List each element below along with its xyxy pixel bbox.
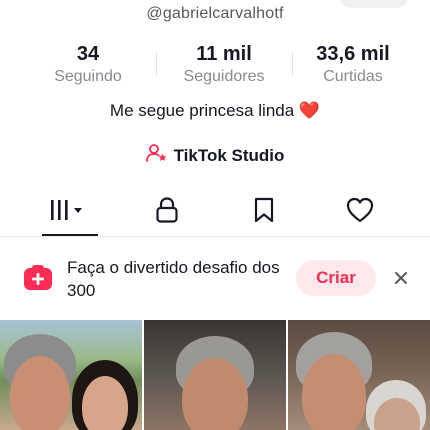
video-grid (0, 320, 430, 430)
stat-likes[interactable]: 33,6 mil Curtidas (298, 42, 408, 88)
stat-following[interactable]: 34 Seguindo (38, 42, 138, 88)
tiktok-studio-link[interactable]: TikTok Studio (0, 143, 430, 168)
profile-stats: 34 Seguindo 11 mil Seguidores 33,6 mil C… (0, 42, 430, 90)
video-thumbnail[interactable] (288, 320, 430, 430)
thumbnail-figure (182, 358, 248, 430)
stat-followers[interactable]: 11 mil Seguidores (168, 42, 280, 88)
thumbnail-figure (302, 354, 366, 430)
tab-private[interactable] (135, 190, 199, 234)
stat-followers-label: Seguidores (183, 68, 265, 85)
stats-divider (292, 52, 293, 76)
profile-bio: Me segue princesa linda ❤️ (0, 101, 430, 121)
tab-videos[interactable] (36, 190, 100, 234)
heart-outline-icon (345, 196, 375, 229)
tab-liked[interactable] (328, 190, 392, 234)
bookmark-icon (252, 196, 276, 229)
bio-text: Me segue princesa linda (109, 101, 295, 120)
challenge-banner: Faça o divertido desafio dos 300 Criar (0, 250, 430, 310)
tiktok-studio-label: TikTok Studio (173, 145, 285, 165)
stat-likes-value: 33,6 mil (316, 43, 390, 65)
thumbnail-figure (10, 356, 70, 430)
stat-likes-label: Curtidas (323, 68, 383, 85)
create-button[interactable]: Criar (296, 260, 376, 296)
video-thumbnail[interactable] (144, 320, 286, 430)
challenge-text: Faça o divertido desafio dos 300 (67, 258, 280, 300)
lock-icon (154, 196, 180, 229)
profile-tabs (0, 190, 430, 237)
stat-followers-value: 11 mil (196, 43, 252, 65)
videos-grid-icon (48, 198, 88, 227)
tab-saved[interactable] (232, 190, 296, 234)
challenge-plus-icon (22, 264, 54, 292)
stat-following-value: 34 (76, 43, 100, 65)
stat-following-label: Seguindo (54, 68, 122, 85)
heart-emoji: ❤️ (298, 101, 321, 120)
stats-divider (156, 52, 157, 76)
close-icon[interactable] (391, 268, 411, 288)
tabs-divider (0, 236, 430, 237)
thumbnail-figure (82, 376, 128, 430)
video-thumbnail[interactable] (0, 320, 142, 430)
person-star-icon (145, 143, 168, 168)
profile-username: @gabrielcarvalhotf (146, 5, 284, 22)
